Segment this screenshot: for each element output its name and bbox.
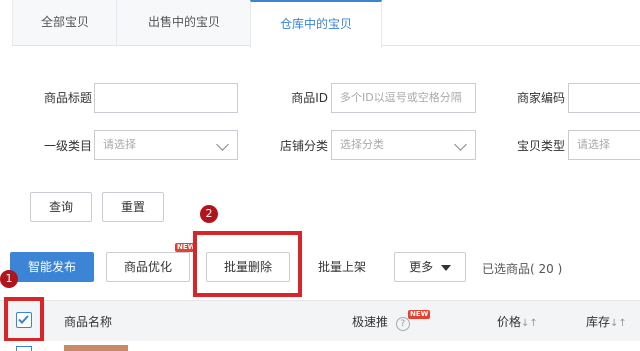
table-header: 商品名称 极速推 ? NEW 价格↓↑ 库存↓↑ <box>0 297 640 342</box>
item-type-label: 宝贝类型 <box>516 139 565 153</box>
help-icon[interactable]: ? <box>395 317 410 331</box>
item-type-select[interactable]: 请选择 <box>568 130 640 160</box>
chevron-down-icon <box>216 138 229 151</box>
smart-publish-button[interactable]: 智能发布 <box>10 252 94 282</box>
product-title-label: 商品标题 <box>43 91 92 105</box>
product-id-label: 商品ID <box>291 91 328 105</box>
shop-category-label: 店铺分类 <box>279 139 328 153</box>
merchant-code-input[interactable] <box>568 83 640 113</box>
reset-button[interactable]: 重置 <box>102 192 164 222</box>
sort-icon: ↓↑ <box>610 318 627 329</box>
sort-icon: ↓↑ <box>521 318 538 329</box>
query-button[interactable]: 查询 <box>30 192 92 222</box>
promo-new-badge: NEW <box>408 310 431 319</box>
tab-on-sale[interactable]: 出售中的宝贝 <box>116 0 252 45</box>
product-optimize-button[interactable]: 商品优化 <box>106 252 190 282</box>
tab-all-items[interactable]: 全部宝贝 <box>12 0 118 45</box>
category-select[interactable]: 请选择 <box>94 130 238 160</box>
step-1-annotation: 1 <box>0 270 18 288</box>
merchant-code-label: 商家编码 <box>516 91 565 105</box>
batch-delete-highlight <box>193 231 302 297</box>
caret-down-icon <box>440 264 451 271</box>
selected-count: 已选商品( 20 ) <box>482 262 563 276</box>
table-row[interactable] <box>0 341 640 351</box>
row-checkbox[interactable] <box>16 346 32 351</box>
tab-in-warehouse[interactable]: 仓库中的宝贝 <box>250 0 382 48</box>
tab-bar: 全部宝贝 出售中的宝贝 仓库中的宝贝 <box>12 0 640 48</box>
category-label: 一级类目 <box>43 139 92 153</box>
column-header-name: 商品名称 <box>64 315 113 329</box>
batch-list-button[interactable]: 批量上架 <box>302 252 382 282</box>
shop-category-select[interactable]: 选择分类 <box>331 130 476 160</box>
product-thumbnail <box>64 345 128 351</box>
select-all-highlight <box>4 297 44 342</box>
chevron-down-icon <box>454 138 467 151</box>
step-2-annotation: 2 <box>200 205 218 223</box>
column-header-stock[interactable]: 库存↓↑ <box>586 313 627 330</box>
product-id-input[interactable]: 多个ID以逗号或空格分隔 <box>331 83 476 113</box>
product-title-input[interactable] <box>94 83 238 113</box>
column-header-promo: 极速推 ? <box>352 313 410 331</box>
more-dropdown-button[interactable]: 更多 <box>394 252 466 282</box>
column-header-price[interactable]: 价格↓↑ <box>497 313 538 330</box>
